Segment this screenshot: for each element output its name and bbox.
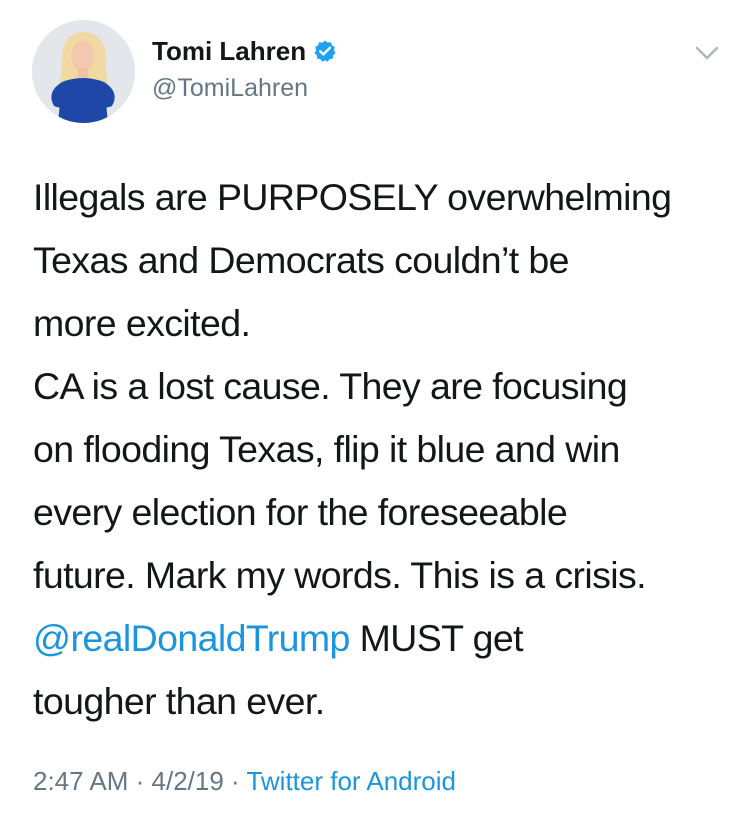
author-display-name[interactable]: Tomi Lahren [152, 34, 306, 68]
tweet-card: Tomi Lahren @TomiLahren Illegals are PUR… [0, 0, 750, 827]
author-handle[interactable]: @TomiLahren [152, 72, 308, 104]
tweet-text-line: more excited. [33, 302, 251, 344]
author-name-row[interactable]: Tomi Lahren [152, 34, 337, 68]
meta-separator: · [128, 766, 152, 796]
tweet-text: Illegals are PURPOSELY overwhelming Texa… [33, 166, 733, 733]
tweet-text-line: @realDonaldTrump MUST get [33, 607, 733, 670]
tweet-time[interactable]: 2:47 AM [33, 766, 128, 796]
tweet-text-line: on flooding Texas, flip it blue and win [33, 428, 620, 470]
tweet-text-line: Illegals are PURPOSELY overwhelming [33, 176, 672, 218]
verified-badge-icon [313, 39, 337, 63]
tweet-text-line: tougher than ever. [33, 680, 325, 722]
meta-separator: · [223, 766, 247, 796]
avatar-image [32, 20, 135, 123]
tweet-text-line: CA is a lost cause. They are focusing [33, 365, 628, 407]
mention-link[interactable]: @realDonaldTrump [33, 617, 350, 659]
tweet-date[interactable]: 4/2/19 [152, 766, 224, 796]
tweet-text-line: future. Mark my words. This is a crisis. [33, 554, 647, 596]
chevron-down-icon[interactable] [694, 44, 720, 62]
tweet-meta: 2:47 AM · 4/2/19 · Twitter for Android [33, 763, 456, 799]
tweet-source-link[interactable]: Twitter for Android [246, 766, 456, 796]
tweet-text-line: Texas and Democrats couldn’t be [33, 239, 569, 281]
tweet-text-line: every election for the foreseeable [33, 491, 568, 533]
tweet-text-fragment: MUST get [349, 617, 524, 659]
avatar[interactable] [32, 20, 135, 123]
